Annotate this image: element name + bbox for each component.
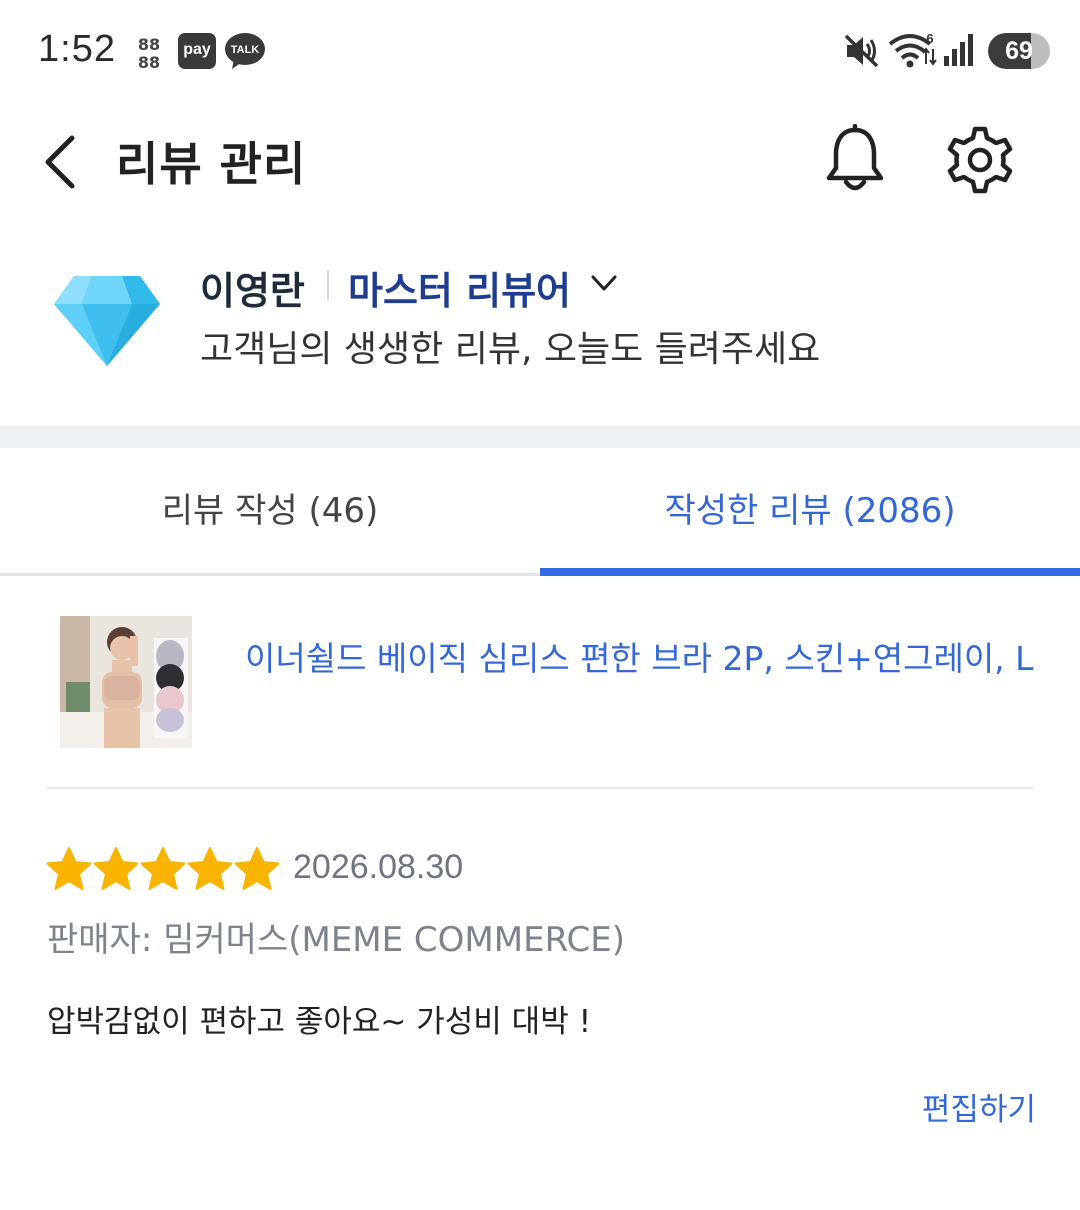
seller-name: 판매자: 밈커머스(MEME COMMERCE) xyxy=(47,920,626,960)
signal-icon xyxy=(942,32,976,72)
settings-button[interactable] xyxy=(944,124,1016,196)
svg-text:6: 6 xyxy=(926,31,933,46)
section-divider xyxy=(0,426,1080,448)
notification-button[interactable] xyxy=(822,123,888,196)
tab-written-reviews[interactable]: 작성한 리뷰 (2086) xyxy=(540,448,1080,576)
reviewer-name: 이영란 xyxy=(200,269,305,313)
profile-subtitle: 고객님의 생생한 리뷰, 오늘도 들려주세요 xyxy=(200,329,821,370)
reviewer-grade[interactable]: 마스터 리뷰어 xyxy=(348,260,571,315)
review-text: 압박감없이 편하고 좋아요~ 가성비 대박 ! xyxy=(47,1004,591,1040)
review-product: 이너쉴드 베이직 심리스 편한 브라 2P, 스킨+연그레이, L xyxy=(0,600,1080,786)
status-time: 1:52 xyxy=(38,28,116,70)
star-icon xyxy=(46,847,92,890)
product-thumbnail[interactable] xyxy=(60,616,192,748)
star-icon xyxy=(140,847,186,890)
talk-icon: TALK xyxy=(224,31,266,75)
name-divider xyxy=(327,270,329,300)
chevron-left-icon xyxy=(45,135,75,189)
bell-icon xyxy=(826,123,884,191)
star-icon xyxy=(187,847,233,890)
review-tabs: 리뷰 작성 (46) 작성한 리뷰 (2086) xyxy=(0,448,1080,576)
rating-stars xyxy=(46,846,281,894)
wifi-icon: 6 xyxy=(888,30,938,74)
tab-write-review[interactable]: 리뷰 작성 (46) xyxy=(0,448,540,576)
gear-icon xyxy=(947,126,1013,194)
app-88-icon: 88 88 xyxy=(136,34,162,74)
review-management-screen: 1:52 88 88 pay TALK 6 69 리뷰 관리 이영란 마스터 리… xyxy=(0,0,1080,1210)
svg-text:88: 88 xyxy=(138,53,160,70)
battery-level: 69 xyxy=(1005,37,1033,65)
diamond-badge-icon xyxy=(52,270,162,370)
mute-icon xyxy=(843,32,881,74)
page-title: 리뷰 관리 xyxy=(116,137,307,191)
battery-indicator: 69 xyxy=(988,33,1050,69)
app-header: 리뷰 관리 xyxy=(0,100,1080,220)
back-button[interactable] xyxy=(36,130,86,190)
star-icon xyxy=(234,847,280,890)
pay-icon: pay xyxy=(178,33,216,69)
edit-review-button[interactable]: 편집하기 xyxy=(922,1084,1036,1129)
chevron-down-icon[interactable] xyxy=(590,272,618,294)
reviewer-profile: 이영란 마스터 리뷰어 고객님의 생생한 리뷰, 오늘도 들려주세요 xyxy=(0,240,1080,426)
product-name-link[interactable]: 이너쉴드 베이직 심리스 편한 브라 2P, 스킨+연그레이, L xyxy=(245,636,1035,682)
svg-text:TALK: TALK xyxy=(231,44,260,56)
product-divider xyxy=(47,787,1033,789)
svg-text:88: 88 xyxy=(138,35,160,54)
star-icon xyxy=(93,847,139,890)
review-date: 2026.08.30 xyxy=(293,848,464,886)
status-bar: 1:52 88 88 pay TALK 6 69 xyxy=(0,0,1080,100)
active-tab-indicator xyxy=(540,568,1080,576)
